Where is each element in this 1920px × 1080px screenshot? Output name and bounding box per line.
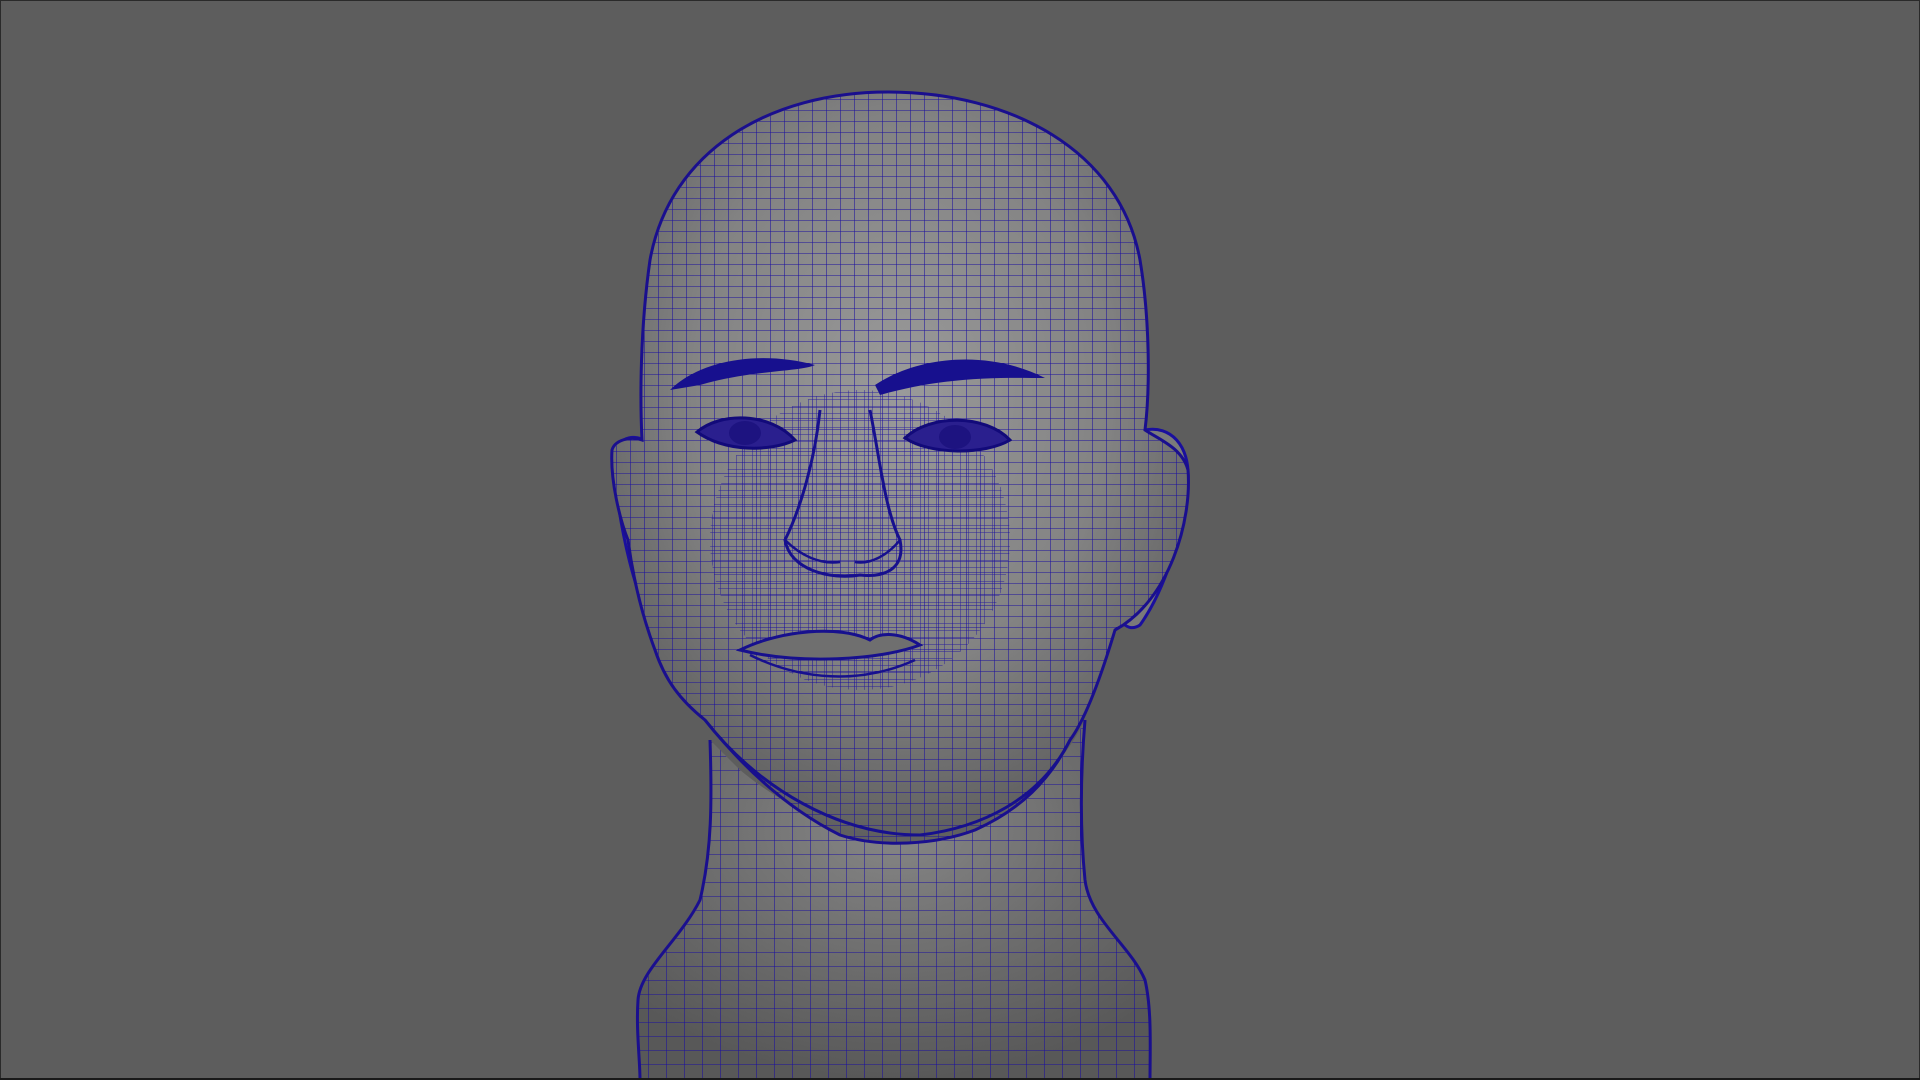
3d-viewport[interactable] [0,0,1920,1080]
head-mesh-wireframe[interactable] [0,0,1920,1080]
head-surface [610,90,1190,845]
